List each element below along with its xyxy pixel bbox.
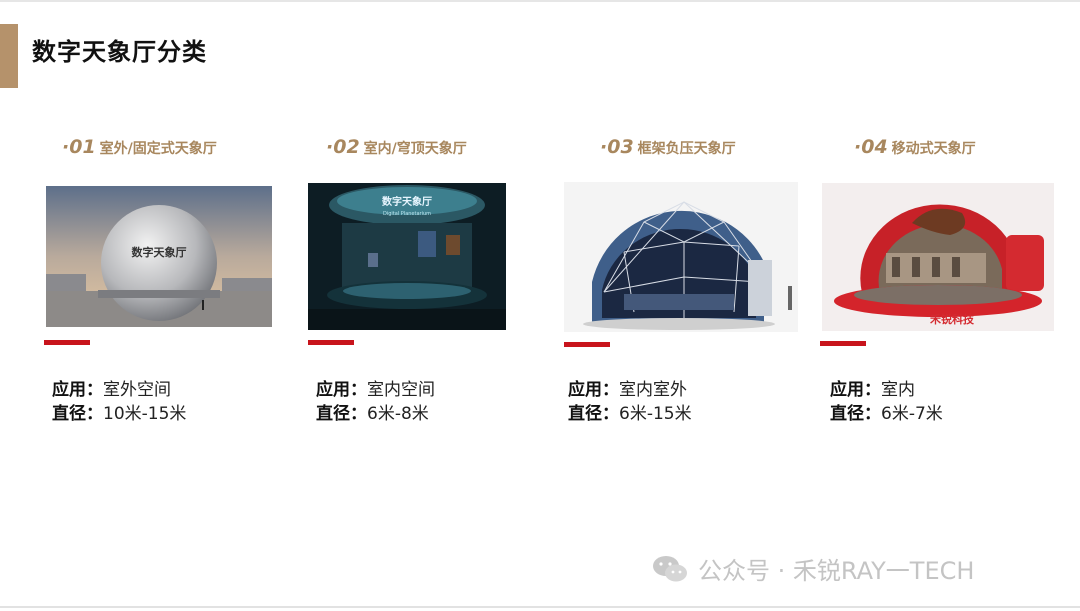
diameter-value: 6米-7米 (881, 404, 943, 424)
card-number: ·03 (600, 136, 634, 158)
application-value: 室内空间 (367, 380, 435, 400)
spec-block-2: 应用：室内空间 直径：6米-8米 (316, 378, 435, 426)
diameter-value: 6米-15米 (619, 404, 692, 424)
spec-block-1: 应用：室外空间 直径：10米-15米 (52, 378, 186, 426)
application-key: 应用： (52, 380, 103, 400)
dome-sign-text: 数字天象厅 (382, 195, 432, 208)
card-heading-2: ·02 室内/穹顶天象厅 (326, 136, 467, 158)
application-key: 应用： (316, 380, 367, 400)
card-number: ·02 (326, 136, 360, 158)
photo-frame-dome (564, 182, 798, 332)
card-heading-3: ·03 框架负压天象厅 (600, 136, 736, 158)
dome-sign-text: 数字天象厅 (132, 245, 187, 259)
dome-sign-text: 禾锐科技 (930, 312, 975, 326)
card-heading-1: ·01 室外/固定式天象厅 (62, 136, 217, 158)
card-number: ·04 (854, 136, 888, 158)
application-key: 应用： (830, 380, 881, 400)
dome-sign-subtext: Digital Planetarium (383, 211, 431, 217)
red-accent-bar (308, 340, 354, 345)
bottom-divider (0, 606, 1080, 608)
spec-block-3: 应用：室内室外 直径：6米-15米 (568, 378, 692, 426)
red-accent-bar (820, 341, 866, 346)
card-heading-4: ·04 移动式天象厅 (854, 136, 976, 158)
page-title: 数字天象厅分类 (32, 38, 207, 66)
card-label: 室内/穹顶天象厅 (363, 141, 467, 157)
red-accent-bar (44, 340, 90, 345)
spec-block-4: 应用：室内 直径：6米-7米 (830, 378, 943, 426)
diameter-key: 直径： (316, 404, 367, 424)
diameter-key: 直径： (830, 404, 881, 424)
watermark-text: 公众号 · 禾锐RAY一TECH (698, 557, 975, 585)
photo-indoor-dome: 数字天象厅 Digital Planetarium (308, 183, 506, 330)
wechat-icon (653, 555, 687, 581)
card-label: 移动式天象厅 (891, 141, 976, 157)
diameter-key: 直径： (568, 404, 619, 424)
top-divider (0, 0, 1080, 2)
application-key: 应用： (568, 380, 619, 400)
card-label: 室外/固定式天象厅 (99, 141, 217, 157)
diameter-value: 6米-8米 (367, 404, 429, 424)
application-value: 室外空间 (103, 380, 171, 400)
photo-mobile-dome: 禾锐科技 (822, 183, 1054, 331)
photo-outdoor-dome: 数字天象厅 (46, 186, 272, 327)
red-accent-bar (564, 342, 610, 347)
application-value: 室内 (881, 380, 915, 400)
application-value: 室内室外 (619, 380, 687, 400)
diameter-key: 直径： (52, 404, 103, 424)
card-label: 框架负压天象厅 (637, 141, 736, 157)
watermark: 公众号 · 禾锐RAY一TECH (650, 551, 974, 586)
title-accent-bar (0, 24, 18, 88)
card-number: ·01 (62, 136, 96, 158)
diameter-value: 10米-15米 (103, 404, 187, 424)
